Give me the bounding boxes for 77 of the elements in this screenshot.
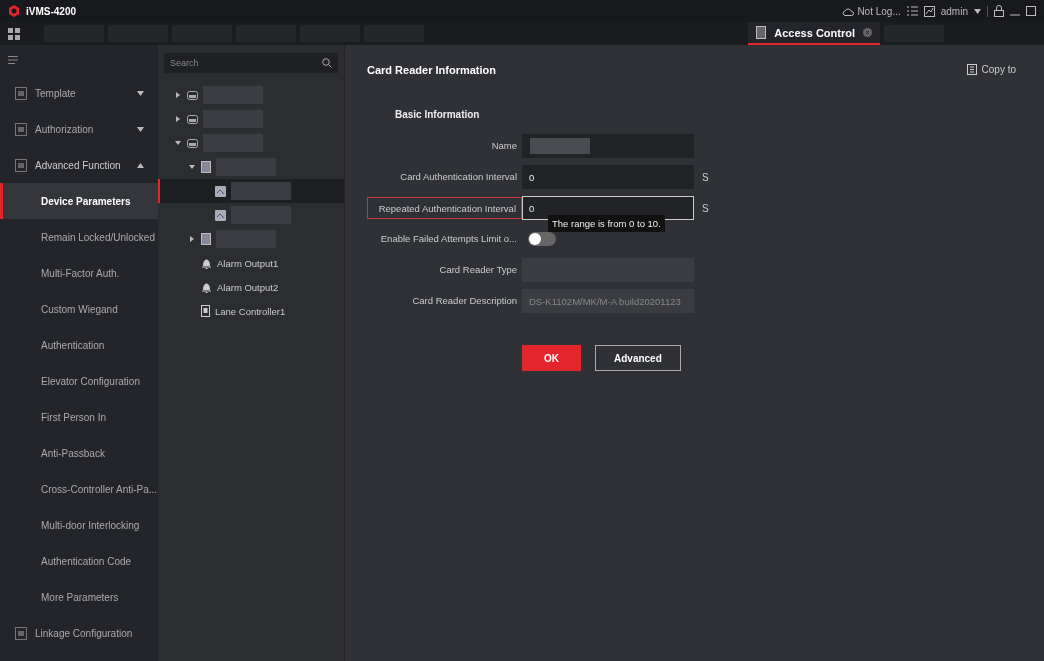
ok-button[interactable]: OK: [522, 345, 581, 371]
unit-label: S: [702, 202, 709, 214]
toggle-switch[interactable]: [528, 232, 556, 246]
search-field[interactable]: Search: [164, 53, 338, 73]
tree-node-label: Alarm Output2: [217, 281, 279, 293]
menu-item-icon: [15, 86, 27, 100]
field-label: Repeated Authentication Interval: [367, 197, 522, 219]
sidebar-item[interactable]: Template: [0, 75, 158, 111]
sidebar-item[interactable]: Authentication: [0, 327, 158, 363]
door-icon: [201, 233, 211, 245]
menu-item-icon: [15, 626, 27, 640]
sidebar-item[interactable]: Authentication Code: [0, 543, 158, 579]
panel-title: Card Reader Information: [367, 63, 496, 76]
field-label: Name: [490, 139, 518, 153]
chart-icon[interactable]: [923, 5, 935, 17]
tree-node-label: Alarm Output1: [217, 257, 279, 269]
sidebar-item[interactable]: Remain Locked/Unlocked: [0, 219, 158, 255]
field-label: Card Authentication Interval: [399, 170, 518, 184]
unit-label: S: [702, 171, 709, 183]
bell-icon: [201, 257, 212, 269]
copy-to-button[interactable]: Copy to: [960, 63, 1022, 76]
sidebar-item[interactable]: More Parameters: [0, 579, 158, 615]
sidebar-item[interactable]: First Person In: [0, 399, 158, 435]
field-label: Enable Failed Attempts Limit o...: [379, 232, 518, 246]
lock-icon[interactable]: [994, 5, 1004, 17]
sidebar-item[interactable]: Anti-Passback: [0, 435, 158, 471]
grid-icon[interactable]: [8, 27, 20, 40]
device-icon: [187, 90, 198, 100]
section-heading: Basic Information: [395, 109, 481, 120]
sidebar-item[interactable]: Multi-door Interlocking: [0, 507, 158, 543]
list-icon[interactable]: [906, 6, 918, 16]
tree-node[interactable]: Alarm Output2: [158, 275, 344, 299]
bell-icon: [201, 281, 212, 293]
sidebar-item[interactable]: Device Parameters: [0, 183, 158, 219]
window-title: iVMS-4200: [26, 5, 77, 17]
field-label: Card Reader Type: [438, 263, 518, 277]
sidebar-item[interactable]: Elevator Configuration: [0, 363, 158, 399]
tree-node-label: Lane Controller1: [215, 305, 286, 317]
menu-icon[interactable]: [8, 56, 18, 64]
input-field[interactable]: 0: [522, 165, 694, 189]
sidebar-item[interactable]: Cross-Controller Anti-Pa...: [0, 471, 158, 507]
user-menu[interactable]: admin: [940, 5, 968, 17]
door-icon: [756, 26, 767, 39]
search-icon: [322, 58, 332, 68]
caret-down-icon[interactable]: [974, 8, 981, 14]
redacted-block: [231, 182, 291, 200]
tooltip: The range is from 0 to 10.: [548, 215, 665, 232]
device-icon: [187, 114, 198, 124]
close-icon[interactable]: [863, 28, 872, 37]
caret-right-icon[interactable]: [189, 236, 195, 242]
advanced-button[interactable]: Advanced: [595, 345, 681, 371]
maximize-icon[interactable]: [1026, 6, 1036, 16]
caret-right-icon[interactable]: [175, 116, 181, 122]
app-logo-icon: [8, 5, 20, 17]
door-icon: [201, 161, 211, 173]
tree-node[interactable]: Alarm Output1: [158, 251, 344, 275]
card-reader-icon: [215, 185, 226, 197]
card-reader-icon: [215, 209, 226, 221]
tree-node[interactable]: Lane Controller1: [158, 299, 344, 323]
menu-item-icon: [15, 122, 27, 136]
caret-right-icon[interactable]: [175, 92, 181, 98]
copy-icon: [966, 64, 977, 75]
field-label: Card Reader Description: [411, 294, 518, 308]
caret-down-icon[interactable]: [189, 164, 195, 170]
module-tab[interactable]: Access Control: [748, 22, 880, 45]
tree-node[interactable]: [158, 179, 344, 203]
sidebar-item[interactable]: Advanced Function: [0, 147, 158, 183]
caret-down-icon[interactable]: [175, 140, 181, 146]
login-status[interactable]: Not Log...: [842, 5, 901, 17]
lane-controller-icon: [201, 305, 210, 317]
sidebar-item[interactable]: Custom Wiegand: [0, 291, 158, 327]
sidebar-item[interactable]: Authorization: [0, 111, 158, 147]
sidebar-item[interactable]: Linkage Configuration: [0, 615, 158, 651]
menu-item-icon: [15, 158, 27, 172]
sidebar-item[interactable]: Multi-Factor Auth.: [0, 255, 158, 291]
device-icon: [187, 138, 198, 148]
cloud-icon: [842, 6, 855, 16]
